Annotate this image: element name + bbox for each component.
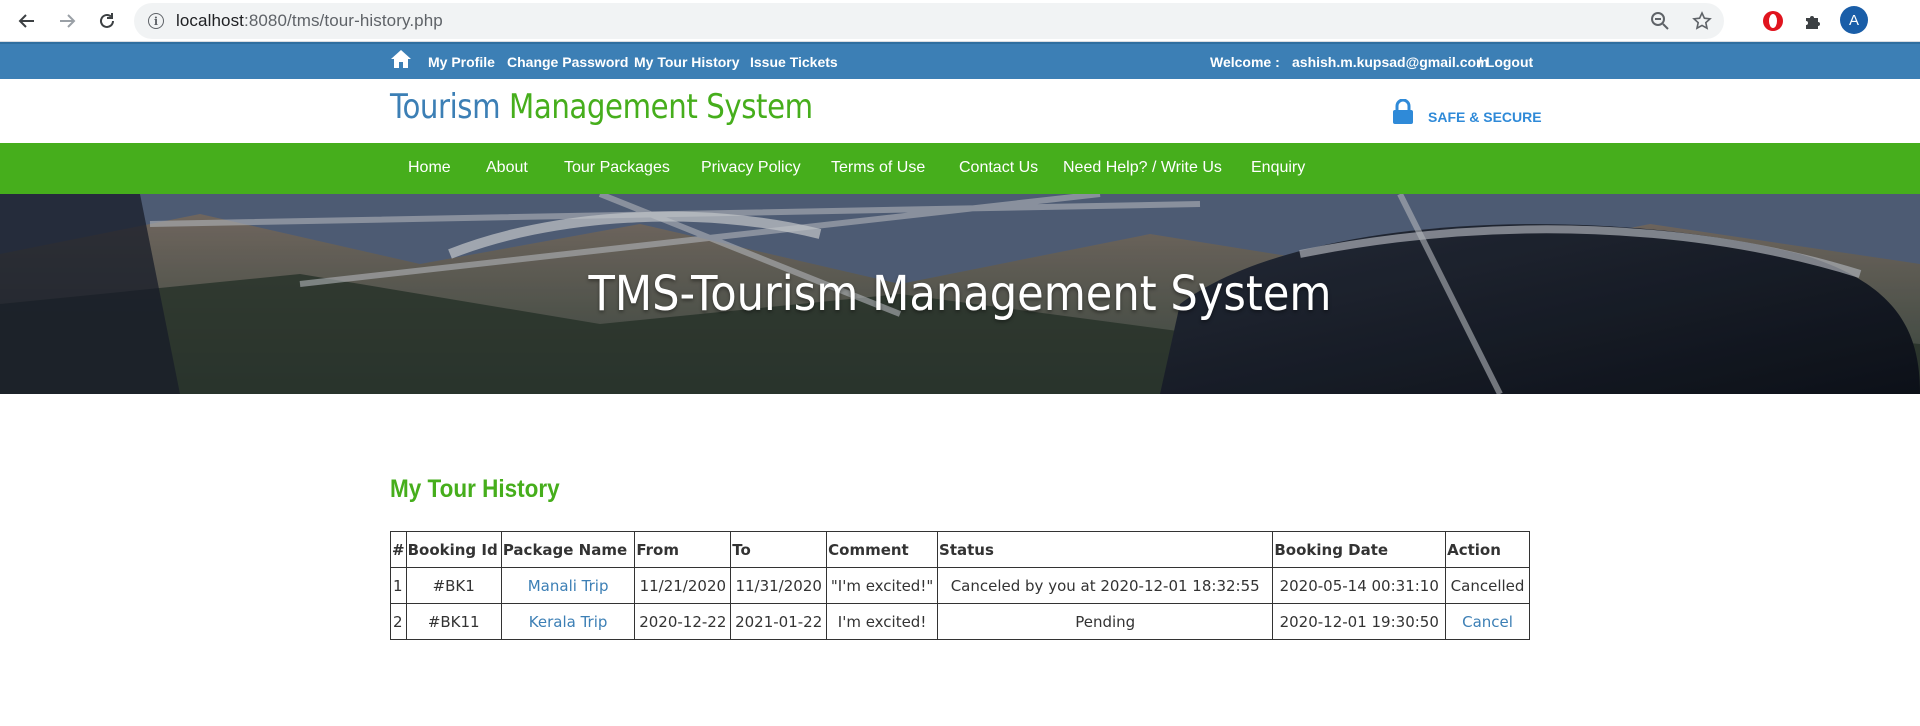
user-email: ashish.m.kupsad@gmail.com — [1292, 54, 1489, 70]
package-link[interactable]: Kerala Trip — [529, 613, 608, 631]
site-header: Tourism Management System SAFE & SECURE — [0, 79, 1920, 143]
welcome-label: Welcome : — [1210, 54, 1280, 70]
nav-tour-packages[interactable]: Tour Packages — [564, 159, 670, 177]
booking-date: 2020-05-14 00:31:10 — [1272, 567, 1447, 604]
to-date: 2021-01-22 — [730, 603, 828, 640]
safe-secure-label: SAFE & SECURE — [1428, 109, 1542, 125]
tour-history-table: # Booking Id Package Name From To Commen… — [390, 531, 1530, 640]
change-password-link[interactable]: Change Password — [507, 54, 628, 70]
to-date: 11/31/2020 — [730, 567, 828, 604]
site-title-part1: Tourism — [390, 87, 510, 127]
row-num: 1 — [390, 567, 407, 604]
package-cell: Kerala Trip — [500, 603, 636, 640]
table-row: 2 #BK11 Kerala Trip 2020-12-22 2021-01-2… — [390, 603, 1530, 640]
home-icon[interactable] — [390, 49, 412, 71]
site-title-part2: Management System — [509, 87, 813, 127]
status: Pending — [937, 603, 1274, 640]
col-header-action: Action — [1445, 531, 1530, 568]
col-header-package-name: Package Name — [500, 531, 636, 568]
reload-icon[interactable] — [92, 6, 122, 36]
col-header-to: To — [730, 531, 828, 568]
logout-link[interactable]: / Logout — [1478, 54, 1533, 70]
package-link[interactable]: Manali Trip — [528, 577, 609, 595]
nav-home[interactable]: Home — [408, 159, 451, 177]
action-cell: Cancel — [1445, 603, 1530, 640]
nav-enquiry[interactable]: Enquiry — [1251, 159, 1305, 177]
avatar-letter: A — [1848, 11, 1859, 29]
status: Canceled by you at 2020-12-01 18:32:55 — [937, 567, 1274, 604]
safe-secure-badge: SAFE & SECURE — [1392, 99, 1542, 125]
table-row: 1 #BK1 Manali Trip 11/21/2020 11/31/2020… — [390, 567, 1530, 604]
address-bar[interactable]: i localhost:8080/tms/tour-history.php — [134, 3, 1724, 39]
url-host: localhost — [176, 11, 244, 30]
top-info-bar: My Profile Change Password My Tour Histo… — [0, 42, 1920, 79]
booking-id: #BK1 — [405, 567, 502, 604]
site-title[interactable]: Tourism Management System — [390, 87, 813, 127]
my-profile-link[interactable]: My Profile — [428, 54, 495, 70]
package-cell: Manali Trip — [500, 567, 636, 604]
comment: I'm excited! — [826, 603, 939, 640]
page-title: My Tour History — [390, 475, 560, 503]
main-nav: Home About Tour Packages Privacy Policy … — [0, 143, 1920, 194]
row-num: 2 — [390, 603, 407, 640]
nav-terms-of-use[interactable]: Terms of Use — [831, 159, 925, 177]
col-header-status: Status — [937, 531, 1274, 568]
my-tour-history-link[interactable]: My Tour History — [634, 54, 740, 70]
col-header-num: # — [390, 531, 407, 568]
col-header-from: From — [634, 531, 732, 568]
hero-banner: TMS-Tourism Management System — [0, 194, 1920, 394]
from-date: 11/21/2020 — [634, 567, 732, 604]
star-icon[interactable] — [1690, 9, 1714, 33]
nav-privacy-policy[interactable]: Privacy Policy — [701, 159, 801, 177]
action-status: Cancelled — [1445, 567, 1530, 604]
nav-contact-us[interactable]: Contact Us — [959, 159, 1038, 177]
col-header-booking-id: Booking Id — [405, 531, 502, 568]
zoom-out-icon[interactable] — [1648, 9, 1672, 33]
lock-icon — [1393, 99, 1413, 124]
url-path: :8080/tms/tour-history.php — [244, 11, 443, 30]
nav-about[interactable]: About — [486, 159, 528, 177]
avatar[interactable]: A — [1840, 6, 1868, 34]
issue-tickets-link[interactable]: Issue Tickets — [750, 54, 838, 70]
nav-need-help[interactable]: Need Help? / Write Us — [1063, 159, 1222, 177]
browser-toolbar: i localhost:8080/tms/tour-history.php A — [0, 0, 1920, 42]
table-header-row: # Booking Id Package Name From To Commen… — [390, 531, 1530, 568]
booking-date: 2020-12-01 19:30:50 — [1272, 603, 1447, 640]
info-icon[interactable]: i — [148, 13, 164, 29]
arrow-right-icon[interactable] — [52, 6, 82, 36]
comment: "I'm excited!" — [826, 567, 939, 604]
col-header-comment: Comment — [826, 531, 939, 568]
from-date: 2020-12-22 — [634, 603, 732, 640]
url-text[interactable]: localhost:8080/tms/tour-history.php — [176, 11, 443, 31]
booking-id: #BK11 — [405, 603, 502, 640]
cancel-booking-link[interactable]: Cancel — [1462, 613, 1513, 631]
banner-title: TMS-Tourism Management System — [588, 266, 1332, 322]
puzzle-icon[interactable] — [1800, 8, 1826, 34]
arrow-left-icon[interactable] — [12, 6, 42, 36]
col-header-booking-date: Booking Date — [1272, 531, 1447, 568]
opera-icon[interactable] — [1760, 8, 1786, 34]
